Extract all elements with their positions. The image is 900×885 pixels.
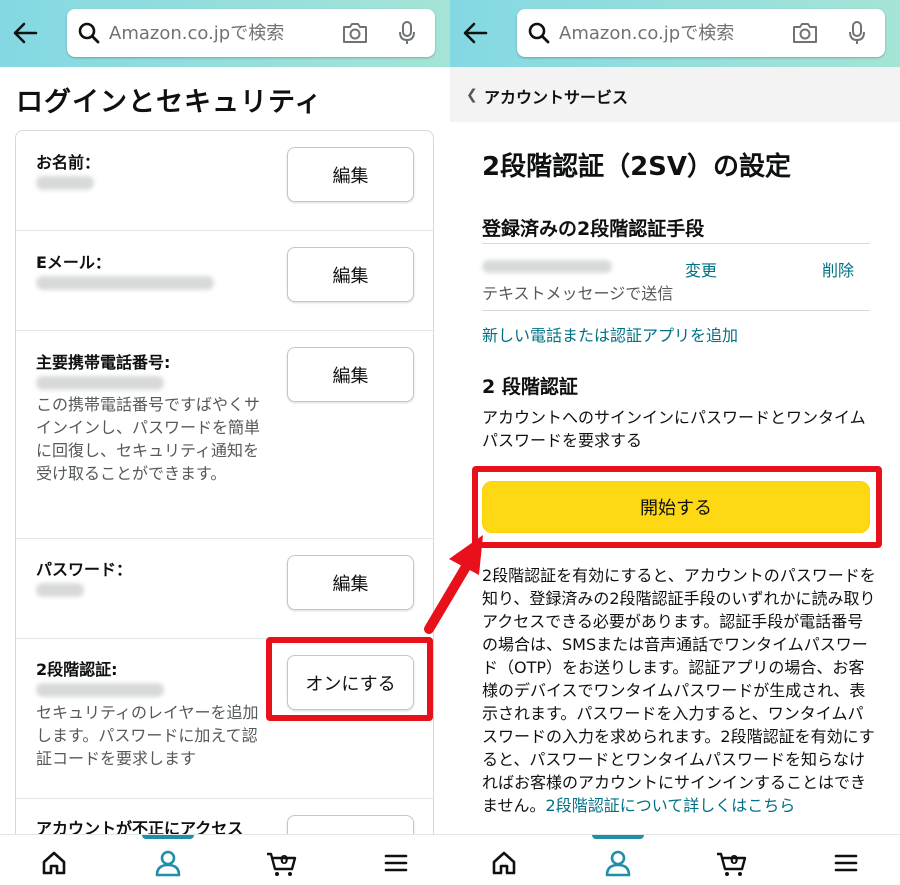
phone-description: この携帯電話番号ですばやくサインインし、パスワードを簡単に回復し、セキュリティ通… — [36, 395, 261, 483]
active-tab-indicator — [142, 835, 194, 839]
back-arrow-icon[interactable] — [460, 18, 490, 48]
breadcrumb[interactable]: ❮ アカウントサービス — [450, 67, 900, 122]
change-method-link[interactable]: 変更 — [685, 257, 717, 281]
home-icon[interactable] — [490, 849, 518, 877]
menu-icon[interactable] — [832, 849, 860, 877]
divider — [482, 243, 870, 244]
divider — [482, 310, 870, 311]
password-label: パスワード： — [36, 560, 133, 579]
cart-icon[interactable]: 0 — [266, 849, 298, 877]
password-value-redacted — [36, 583, 84, 597]
back-arrow-icon[interactable] — [10, 18, 40, 48]
home-icon[interactable] — [40, 849, 68, 877]
two-step-description: アカウントへのサインインにパスワードとワンタイムパスワードを要求する — [482, 408, 866, 450]
name-label: お名前： — [36, 153, 101, 172]
search-input[interactable] — [109, 19, 329, 47]
top-bar — [450, 0, 900, 67]
search-icon — [78, 22, 100, 44]
enable-two-step-button[interactable]: オンにする — [287, 655, 414, 710]
search-icon — [528, 22, 550, 44]
cart-icon[interactable]: 0 — [716, 849, 748, 877]
two-step-description: セキュリティのレイヤーを追加します。パスワードに加えて認証コードを要求します — [36, 703, 259, 768]
registered-methods-heading: 登録済みの2段階認証手段 — [482, 218, 705, 240]
edit-phone-button[interactable]: 編集 — [287, 347, 414, 402]
email-label: Eメール： — [36, 253, 111, 272]
two-step-heading: 2 段階認証 — [482, 376, 578, 398]
page-title: ログインとセキュリティ — [16, 87, 323, 118]
delete-method-link[interactable]: 削除 — [822, 257, 854, 281]
two-step-label: 2段階認証: — [36, 660, 118, 679]
start-button[interactable]: 開始する — [482, 481, 870, 533]
add-phone-or-app-link[interactable]: 新しい電話または認証アプリを追加 — [482, 322, 738, 346]
page-title: 2段階認証（2SV）の設定 — [482, 152, 792, 182]
phone-label: 主要携帯電話番号: — [36, 353, 171, 372]
camera-icon[interactable] — [341, 20, 369, 46]
edit-name-button[interactable]: 編集 — [287, 147, 414, 202]
top-bar — [0, 0, 450, 67]
security-settings-card: お名前： 編集 Eメール： 編集 主要携帯電話番号: この携帯電話番号ですばやく… — [15, 130, 434, 850]
email-row: Eメール： 編集 — [16, 231, 433, 331]
edit-password-button[interactable]: 編集 — [287, 555, 414, 610]
active-tab-indicator — [592, 835, 644, 839]
registered-phone-redacted — [482, 260, 612, 273]
email-value-redacted — [36, 276, 214, 290]
phone-row: 主要携帯電話番号: この携帯電話番号ですばやくサインインし、パスワードを簡単に回… — [16, 331, 433, 539]
two-step-row: 2段階認証: セキュリティのレイヤーを追加します。パスワードに加えて認証コードを… — [16, 639, 433, 799]
bottom-nav: 0 — [0, 834, 450, 885]
search-box[interactable] — [67, 9, 435, 57]
chevron-left-icon: ❮ — [466, 87, 478, 103]
camera-icon[interactable] — [791, 20, 819, 46]
method-note: テキストメッセージで送信 — [482, 284, 674, 303]
password-row: パスワード： 編集 — [16, 539, 433, 639]
search-box[interactable] — [517, 9, 885, 57]
cart-count: 0 — [280, 853, 288, 867]
right-screen: ❮ アカウントサービス 2段階認証（2SV）の設定 登録済みの2段階認証手段 変… — [450, 0, 900, 885]
two-step-value-redacted — [36, 683, 164, 697]
name-value-redacted — [36, 176, 94, 190]
breadcrumb-label: アカウントサービス — [484, 88, 629, 107]
menu-icon[interactable] — [382, 849, 410, 877]
left-screen: ログインとセキュリティ お名前： 編集 Eメール： 編集 主要携帯電話番号: こ… — [0, 0, 450, 885]
cart-count: 0 — [730, 853, 738, 867]
microphone-icon[interactable] — [397, 20, 417, 46]
account-icon[interactable] — [154, 849, 182, 877]
account-icon[interactable] — [604, 849, 632, 877]
microphone-icon[interactable] — [847, 20, 867, 46]
search-input[interactable] — [559, 19, 779, 47]
explanation-text: 2段階認証を有効にすると、アカウントのパスワードを知り、登録済みの2段階認証手段… — [482, 566, 876, 815]
name-row: お名前： 編集 — [16, 131, 433, 231]
edit-email-button[interactable]: 編集 — [287, 247, 414, 302]
phone-value-redacted — [36, 376, 164, 390]
bottom-nav: 0 — [450, 834, 900, 885]
learn-more-link[interactable]: 2段階認証について詳しくはこちら — [546, 796, 796, 815]
two-step-explanation: 2段階認証を有効にすると、アカウントのパスワードを知り、登録済みの2段階認証手段… — [482, 564, 876, 817]
